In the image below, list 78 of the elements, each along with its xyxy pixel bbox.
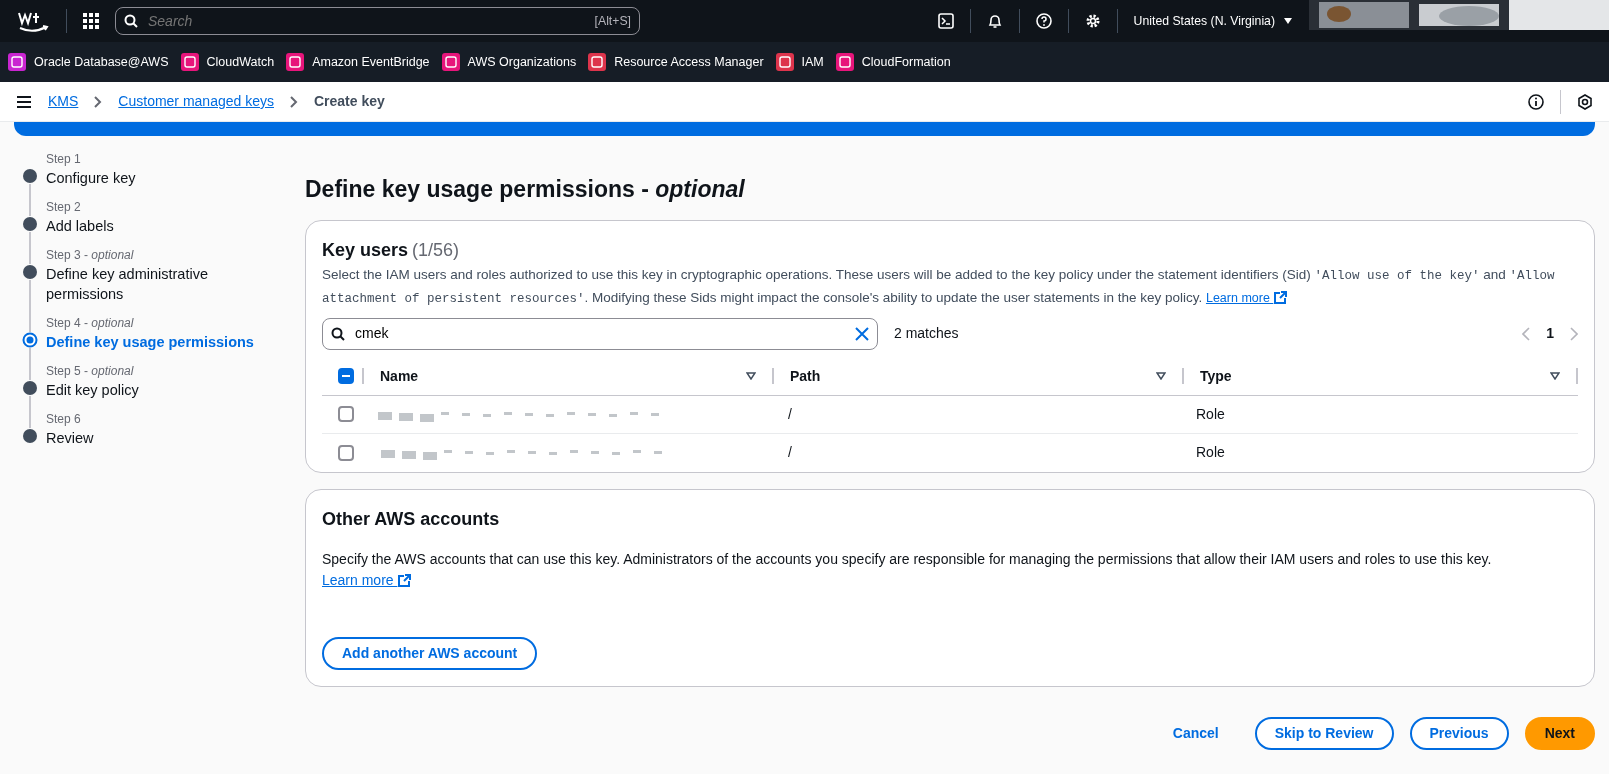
page-number[interactable]: 1 [1546,323,1554,345]
shortcut-hint: [Alt+S] [594,12,631,30]
step-title[interactable]: Define key administrative permissions [46,264,246,304]
learn-more-link[interactable]: Learn more [322,571,412,588]
breadcrumb-link[interactable]: Customer managed keys [118,91,274,112]
column-header[interactable]: Type [1200,365,1232,387]
panel-description: Specify the AWS accounts that can use this key. Administrators of the accounts you specify are responsible for managing the permissions that allow their IAM users and roles to use this key. Learn more [322,549,1493,590]
panel-title: Key users [322,238,409,262]
search-field[interactable]: Search [Alt+S] [115,7,640,35]
panel-description: Select the IAM users and roles authorized to use this key in cryptographic operations. These users will be added to the key policy under the statement identifiers (Sid) 'Allow use of the key' and 'Allow attachment of persistent resources'. Modifying these Sids might impact the console's ability to update the user statements in the key policy. Learn more [322,265,1556,308]
path-cell-text: / [787,404,793,424]
step-label: Step 3 - optional [46,247,135,264]
search-input[interactable]: Search [146,9,587,33]
chevron-icon [94,95,103,108]
favorite-link[interactable]: Amazon EventBridge [286,52,430,72]
favorite-link[interactable]: IAM [775,52,824,72]
info-icon[interactable] [1528,93,1544,110]
step-title[interactable]: Review [46,428,94,448]
service-icon [286,53,305,71]
breadcrumb-current: Create key [314,92,385,111]
apps-menu-icon[interactable] [83,13,99,29]
breadcrumb-link[interactable]: KMS [48,91,79,112]
select-all-checkbox[interactable] [338,368,354,385]
favorite-link[interactable]: Resource Access Manager [588,52,764,72]
add-account-button[interactable]: Add another AWS account [322,636,538,670]
service-icon [180,53,199,71]
external-link-icon [397,573,412,588]
chevron-icon [290,95,298,108]
sort-icon[interactable] [1550,372,1560,381]
service-icon [775,53,794,71]
type-cell-text: Role [1195,443,1226,463]
hexagon-icon[interactable] [1577,93,1593,110]
step-title[interactable]: Add labels [46,216,114,236]
help-icon[interactable] [1035,13,1052,29]
step-title[interactable]: Define key usage permissions [46,332,254,352]
service-icon [835,53,854,71]
footer-button[interactable]: Cancel [1152,716,1239,750]
path-cell-text: / [787,443,793,463]
step-label: Step 5 - optional [46,363,135,380]
step-label: Step 4 - optional [46,315,135,332]
step-title[interactable]: Edit key policy [46,380,139,400]
column-header[interactable]: Name [380,365,419,387]
region-selector[interactable]: United States (N. Virginia) [1133,11,1293,31]
match-count: 2 matches [894,324,959,344]
caret-icon [1283,17,1293,25]
service-icon [8,53,26,71]
footer-button[interactable]: Skip to Review [1254,716,1394,750]
clear-icon[interactable] [855,326,869,341]
learn-more-link[interactable]: Learn more [1205,290,1288,305]
step-label: Step 6 [46,411,82,428]
search-icon [331,326,345,341]
footer-button[interactable]: Previous [1409,716,1509,750]
row-checkbox[interactable] [338,406,354,423]
selection-count: (1/56) [412,238,460,262]
settings-icon[interactable] [1084,13,1101,29]
filter-field[interactable]: cmek [322,317,878,350]
footer-button[interactable]: Next [1524,716,1595,750]
bell-icon[interactable] [986,13,1003,29]
column-header[interactable]: Path [790,365,821,387]
search-icon [124,14,138,28]
favorite-link[interactable]: AWS Organizations [441,52,577,72]
sort-icon[interactable] [746,372,756,381]
row-checkbox[interactable] [338,444,354,461]
menu-icon[interactable] [16,94,32,109]
service-icon [441,53,460,71]
favorite-link[interactable]: Oracle Database@AWS [8,52,169,72]
external-link-icon [1273,291,1288,306]
step-label: Step 1 [46,151,82,168]
step-title[interactable]: Configure key [46,168,136,188]
panel-title: Other AWS accounts [322,507,501,531]
page-title: Define key usage permissions - optional [305,176,746,204]
terminal-icon[interactable] [937,13,954,29]
favorite-link[interactable]: CloudWatch [180,52,275,72]
favorite-link[interactable]: CloudFormation [835,52,951,72]
service-icon [588,53,607,71]
step-label: Step 2 [46,199,82,216]
sort-icon[interactable] [1156,372,1166,381]
type-cell-text: Role [1195,404,1226,424]
